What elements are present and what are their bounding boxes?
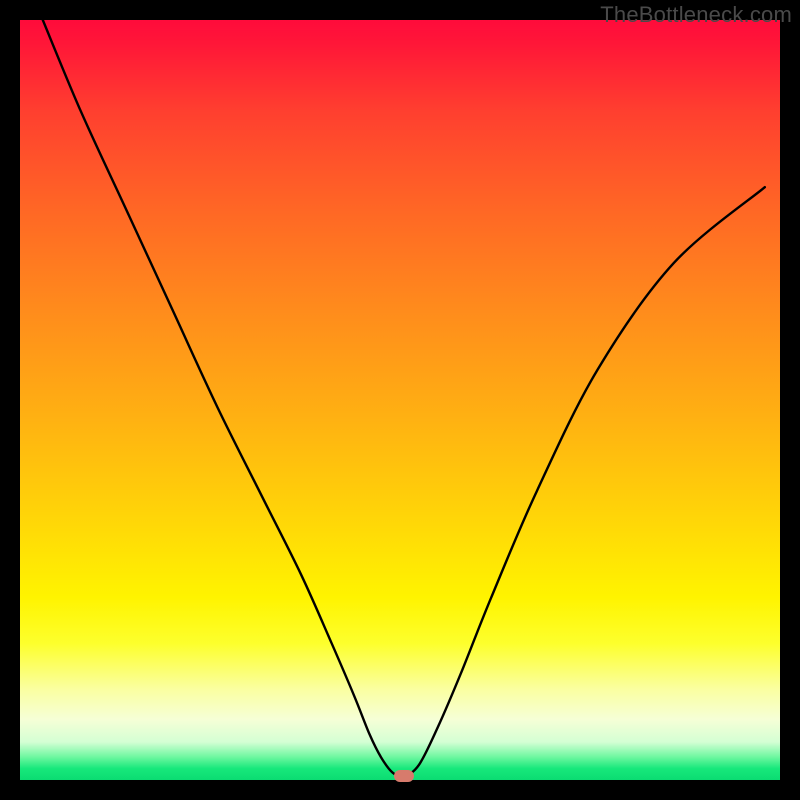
watermark-text: TheBottleneck.com	[600, 2, 792, 28]
bottleneck-curve	[20, 20, 780, 780]
chart-frame: TheBottleneck.com	[0, 0, 800, 800]
minimum-marker	[394, 770, 414, 782]
